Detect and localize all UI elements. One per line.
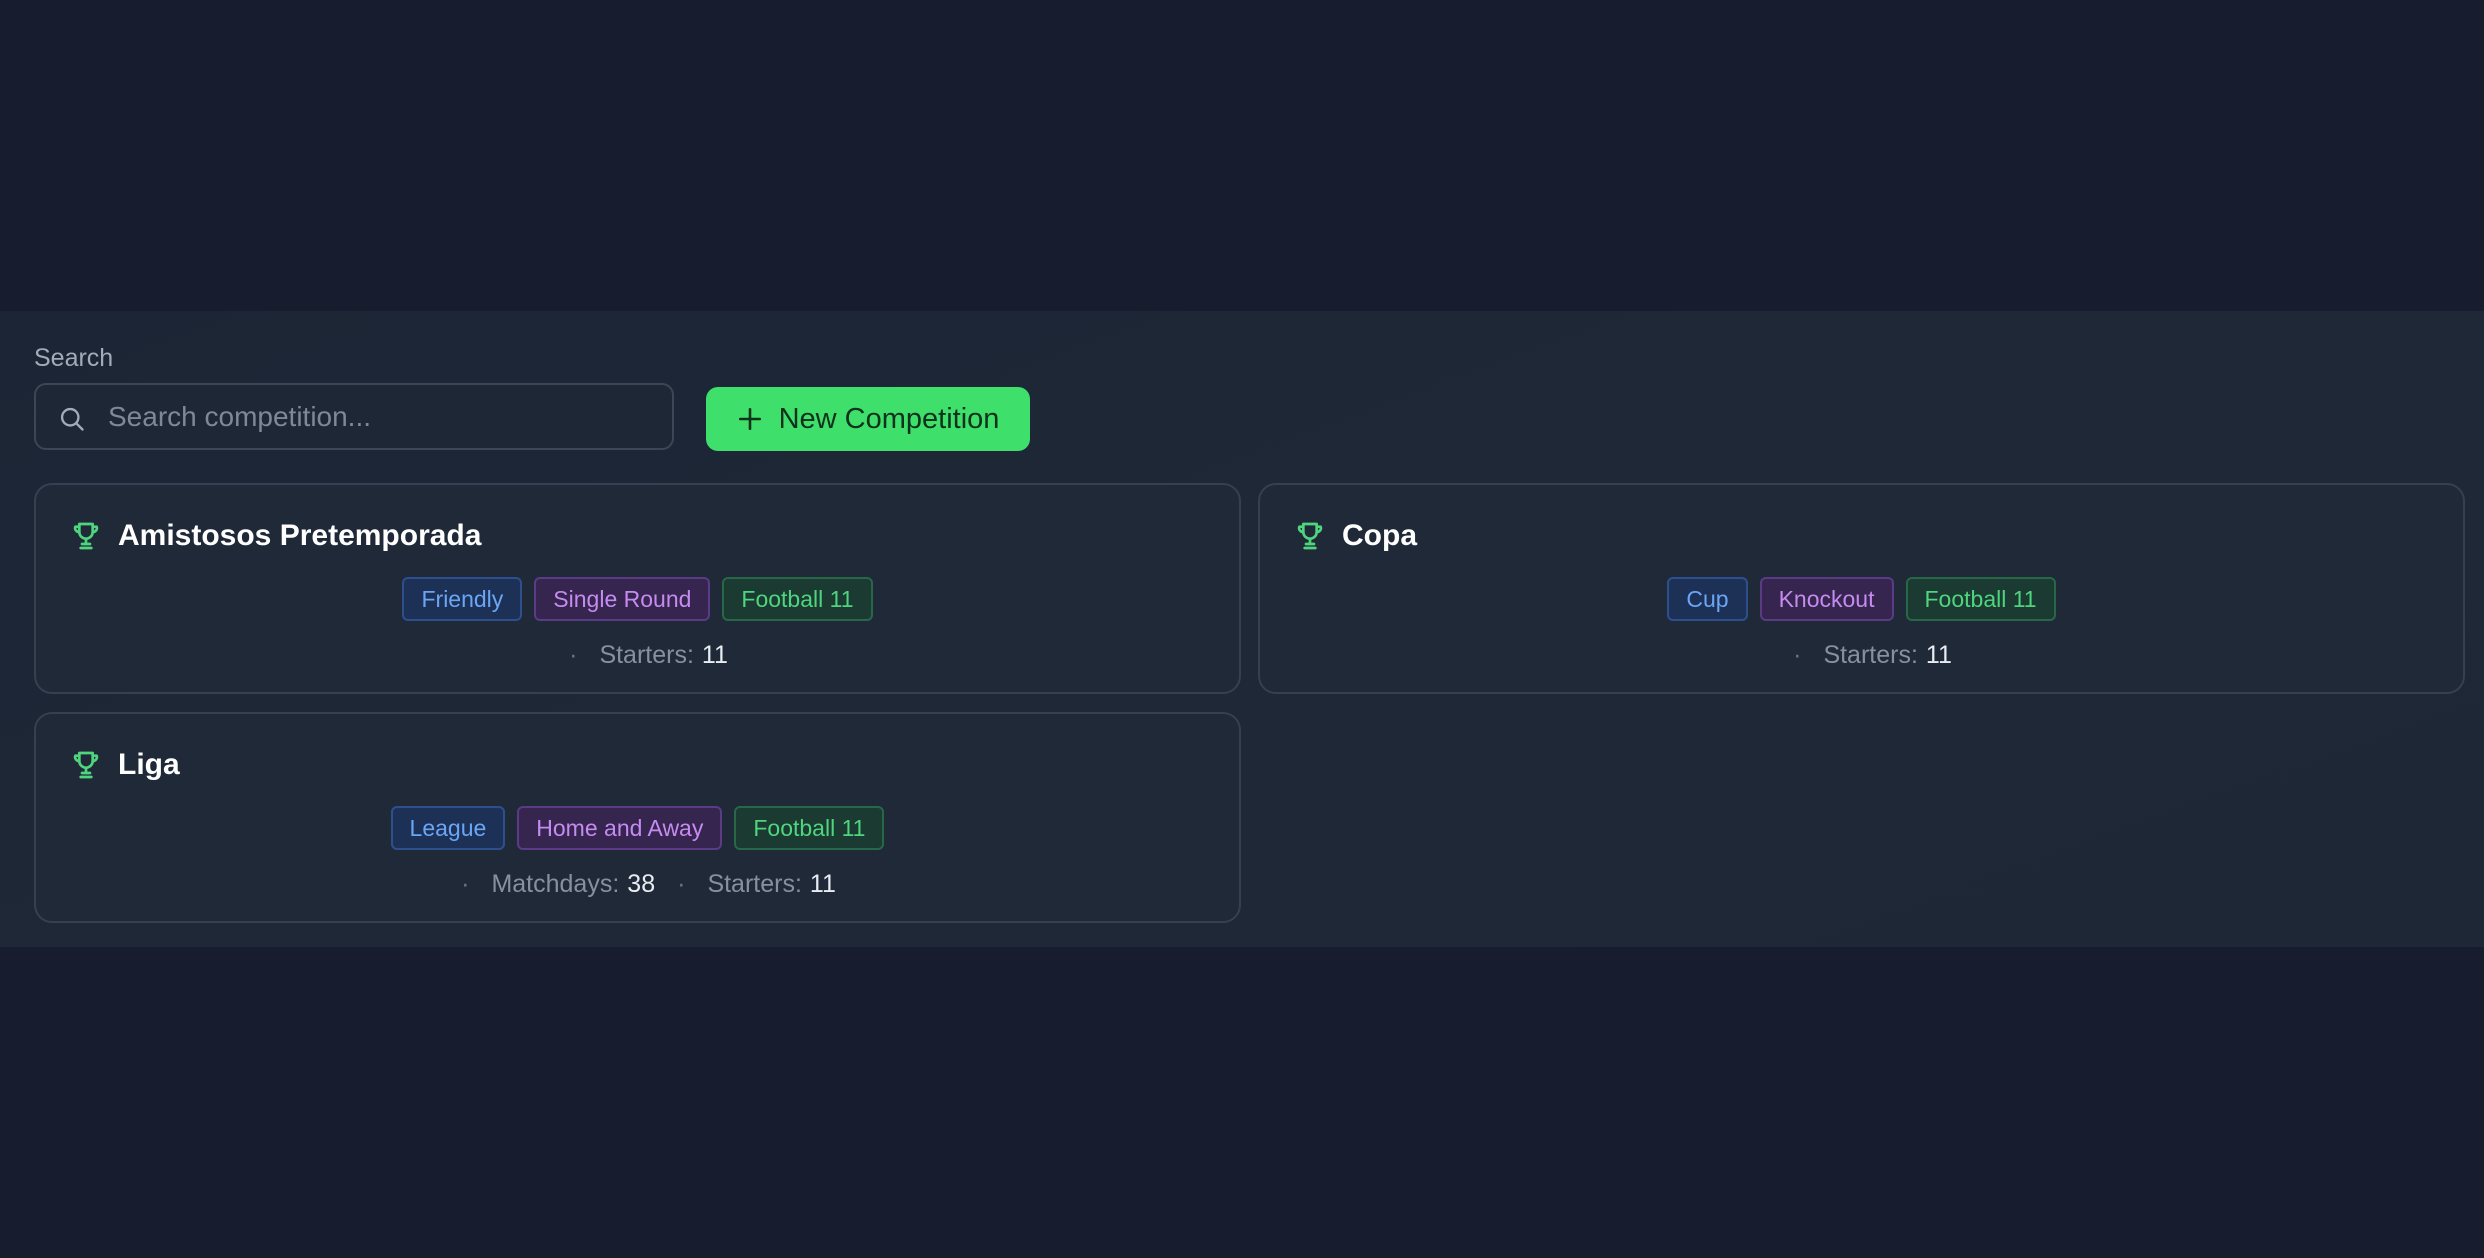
meta-separator: · <box>569 641 578 669</box>
starters-label: Starters: <box>1823 641 1918 669</box>
competition-card[interactable]: Amistosos Pretemporada Friendly Single R… <box>34 483 1241 694</box>
meta-separator: · <box>461 870 470 898</box>
tag-list: Cup Knockout Football 11 <box>1260 577 2463 621</box>
trophy-icon <box>1297 522 1323 550</box>
card-header: Amistosos Pretemporada <box>70 519 481 553</box>
starters-value: 11 <box>809 870 836 898</box>
type-tag: League <box>390 806 506 850</box>
tag-list: League Home and Away Football 11 <box>36 806 1239 850</box>
starters-label: Starters: <box>599 641 694 669</box>
trophy-icon <box>73 751 99 779</box>
matchdays-label: Matchdays: <box>491 870 620 898</box>
plus-icon <box>738 407 761 431</box>
format-tag: Single Round <box>534 577 711 621</box>
trophy-icon <box>73 522 99 550</box>
card-title: Copa <box>1342 519 1417 552</box>
search-label: Search <box>34 344 114 372</box>
new-competition-button[interactable]: New Competition <box>706 387 1030 451</box>
starters-value: 11 <box>1925 641 1952 669</box>
search-icon <box>60 407 84 431</box>
competition-card[interactable]: Copa Cup Knockout Football 11 · Starters… <box>1258 483 2465 694</box>
matchdays-value: 38 <box>627 870 656 898</box>
sport-tag: Football 11 <box>1905 577 2056 621</box>
card-meta: · Starters: 11 <box>36 641 1239 670</box>
starters-label: Starters: <box>707 870 802 898</box>
new-competition-label: New Competition <box>778 402 1000 435</box>
sport-tag: Football 11 <box>734 806 885 850</box>
meta-separator: · <box>677 870 686 898</box>
card-title: Amistosos Pretemporada <box>118 519 482 552</box>
card-title: Liga <box>118 748 180 781</box>
competition-card[interactable]: Liga League Home and Away Football 11 · … <box>34 712 1241 923</box>
tag-list: Friendly Single Round Football 11 <box>36 577 1239 621</box>
search-box[interactable] <box>34 383 674 450</box>
meta-separator: · <box>1793 641 1802 669</box>
card-header: Copa <box>1294 519 1417 553</box>
card-header: Liga <box>70 748 180 782</box>
format-tag: Knockout <box>1759 577 1894 621</box>
sport-tag: Football 11 <box>722 577 873 621</box>
type-tag: Friendly <box>402 577 523 621</box>
search-input[interactable] <box>108 385 658 448</box>
format-tag: Home and Away <box>517 806 723 850</box>
starters-value: 11 <box>701 641 728 669</box>
type-tag: Cup <box>1667 577 1748 621</box>
card-meta: · Starters: 11 <box>1260 641 2463 670</box>
card-meta: · Matchdays: 38 · Starters: 11 <box>36 870 1239 899</box>
